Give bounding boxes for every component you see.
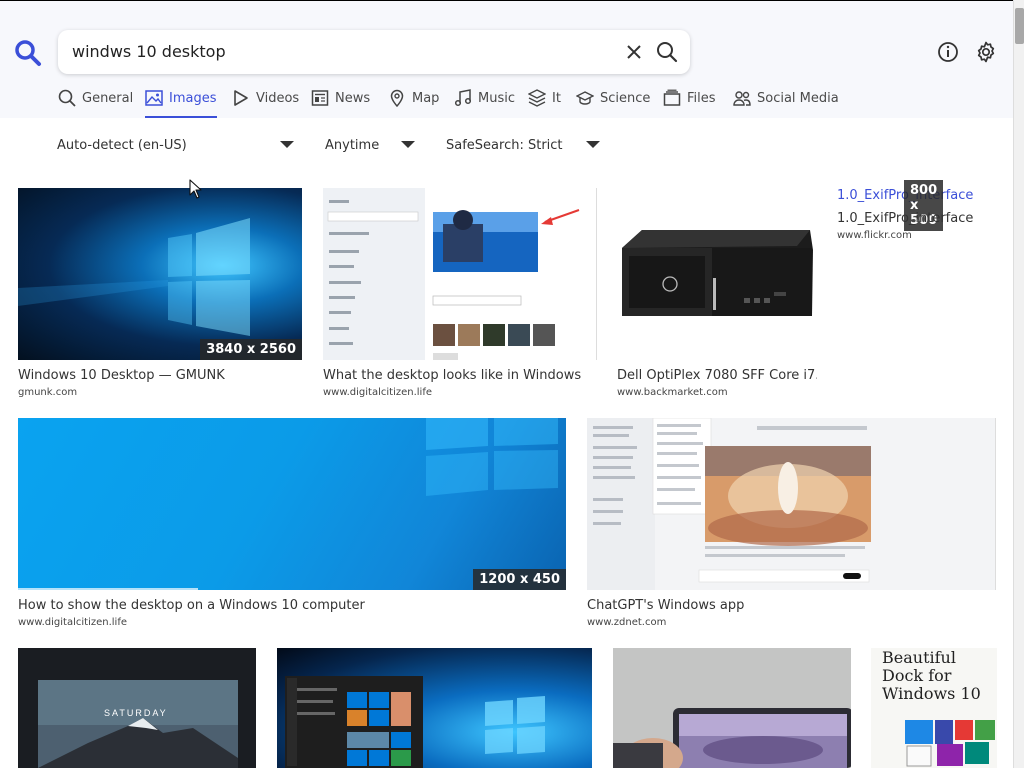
vertical-scrollbar[interactable] [1013,0,1024,768]
tab-label: General [82,91,134,106]
result-source[interactable]: gmunk.com [18,387,77,398]
chevron-down-icon[interactable] [586,141,600,148]
mouse-cursor-icon [189,179,202,199]
dock-tiles-graphic [905,720,995,767]
tab-label: Videos [256,91,300,106]
desktop-pc-graphic [622,230,813,316]
tab-science[interactable]: Science [576,91,650,117]
chevron-down-icon[interactable] [401,141,415,148]
gear-icon[interactable] [974,40,998,64]
result-thumbnail[interactable]: Beautiful Dock for Windows 10 [871,648,997,768]
result-thumbnail[interactable] [617,188,817,360]
result-caption[interactable]: Dell OptiPlex 7080 SFF Core i7... [617,368,817,383]
header: windws 10 desktop General Images Videos [0,1,1013,118]
result-source[interactable]: www.backmarket.com [617,387,728,398]
tab-music[interactable]: Music [454,89,515,117]
tab-social-media[interactable]: Social Media [733,91,839,117]
result-thumbnail[interactable]: SATURDAY [18,648,256,768]
laptop-photo-graphic [613,648,851,768]
saturday-text: SATURDAY [104,708,168,718]
result-thumbnail[interactable] [323,188,597,360]
result-thumbnail[interactable] [613,648,851,768]
tab-label: News [335,91,371,106]
layers-icon [528,89,546,107]
tab-files[interactable]: Files [663,89,716,117]
tab-general[interactable]: General [58,89,134,117]
filter-bar: Auto-detect (en-US) Anytime SafeSearch: … [0,134,1013,158]
clear-icon[interactable] [624,42,644,62]
tab-videos[interactable]: Videos [232,90,300,117]
map-pin-icon [390,89,404,107]
result-source[interactable]: www.zdnet.com [587,617,666,628]
time-select[interactable]: Anytime [325,138,379,153]
image-dimensions: 3840 x 2560 [200,339,302,360]
tab-label: Files [687,91,716,106]
result-caption[interactable]: 1.0_ExifPro_interface [837,211,977,226]
search-icon [58,89,76,107]
result-thumbnail[interactable]: 3840 x 2560 [18,188,302,360]
tab-label: Images [169,91,217,106]
result-caption[interactable]: How to show the desktop on a Windows 10 … [18,598,558,613]
result-caption[interactable]: ChatGPT's Windows app [587,598,987,613]
safesearch-select[interactable]: SafeSearch: Strict [446,138,563,153]
settings-screenshot-graphic [323,188,580,360]
people-icon [733,91,751,106]
play-icon [234,90,248,106]
result-thumbnail[interactable] [587,418,996,590]
tab-label: It [552,91,561,106]
mountain-wallpaper-graphic: SATURDAY [38,680,238,768]
start-menu-graphic [285,676,545,768]
graduation-cap-icon [576,91,594,105]
tab-map[interactable]: Map [388,89,440,117]
windows-logo-graphic [18,218,250,336]
search-input[interactable]: windws 10 desktop [72,42,226,61]
search-logo-icon[interactable] [14,39,42,67]
tab-label: Map [412,91,440,106]
tab-label: Music [478,91,515,106]
search-icon[interactable] [656,41,678,63]
result-source[interactable]: www.digitalcitizen.life [18,617,127,628]
tab-it[interactable]: It [528,89,561,117]
chatgpt-app-graphic [587,418,871,590]
windows-logo-graphic [18,418,558,590]
files-icon [663,89,681,106]
result-source[interactable]: www.flickr.com [837,230,912,241]
info-icon[interactable] [937,41,959,63]
result-caption[interactable]: Windows 10 Desktop — GMUNK [18,368,308,383]
music-note-icon [454,89,472,107]
chevron-down-icon[interactable] [280,141,294,148]
result-thumbnail[interactable]: 1200 x 450 [18,418,566,590]
image-dimensions: 1200 x 450 [473,569,566,590]
image-icon [145,90,163,106]
result-source[interactable]: www.digitalcitizen.life [323,387,432,398]
result-caption[interactable]: What the desktop looks like in Windows 1… [323,368,581,383]
tab-label: Science [600,91,651,106]
tab-label: Social Media [757,91,839,106]
language-select[interactable]: Auto-detect (en-US) [57,138,187,153]
tab-images[interactable]: Images [145,90,217,118]
result-thumbnail[interactable] [277,648,592,768]
tab-news[interactable]: News [311,90,371,117]
search-box[interactable]: windws 10 desktop [58,30,690,74]
newspaper-icon [311,90,329,106]
scrollbar-thumb[interactable] [1015,8,1024,44]
